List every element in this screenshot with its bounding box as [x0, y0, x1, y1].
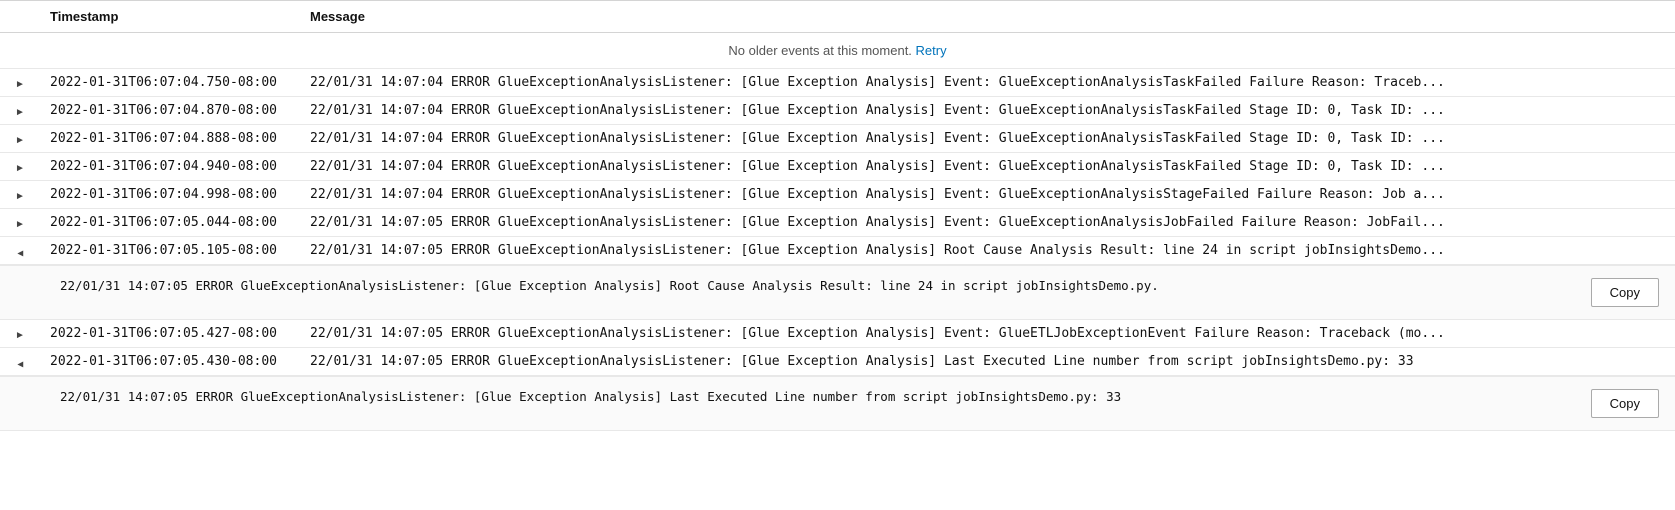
table-row: ► 2022-01-31T06:07:05.427-08:00 22/01/31… — [0, 320, 1675, 348]
timestamp-cell: 2022-01-31T06:07:05.427-08:00 — [40, 320, 300, 348]
expand-toggle[interactable]: ► — [0, 209, 40, 237]
expand-toggle[interactable]: ► — [0, 125, 40, 153]
expand-toggle[interactable]: ► — [0, 69, 40, 97]
expand-arrow-icon: ► — [15, 163, 25, 174]
no-events-row: No older events at this moment. Retry — [0, 33, 1675, 69]
log-body: No older events at this moment. Retry ► … — [0, 33, 1675, 431]
expand-arrow-icon: ► — [15, 79, 25, 90]
expand-toggle[interactable]: ► — [0, 153, 40, 181]
table-header: Timestamp Message — [0, 1, 1675, 33]
expanded-cell: 22/01/31 14:07:05 ERROR GlueExceptionAna… — [0, 265, 1675, 320]
retry-link[interactable]: Retry — [916, 43, 947, 58]
table-row: ► 2022-01-31T06:07:04.750-08:00 22/01/31… — [0, 69, 1675, 97]
table-row: ► 2022-01-31T06:07:04.998-08:00 22/01/31… — [0, 181, 1675, 209]
expanded-row: 22/01/31 14:07:05 ERROR GlueExceptionAna… — [0, 376, 1675, 431]
message-cell: 22/01/31 14:07:05 ERROR GlueExceptionAna… — [300, 209, 1675, 237]
timestamp-header: Timestamp — [40, 1, 300, 33]
message-cell: 22/01/31 14:07:04 ERROR GlueExceptionAna… — [300, 125, 1675, 153]
expand-arrow-icon: ► — [15, 330, 25, 341]
timestamp-cell: 2022-01-31T06:07:05.044-08:00 — [40, 209, 300, 237]
expand-toggle[interactable]: ► — [0, 97, 40, 125]
table-row: ▼ 2022-01-31T06:07:05.430-08:00 22/01/31… — [0, 348, 1675, 376]
table-row: ▼ 2022-01-31T06:07:05.105-08:00 22/01/31… — [0, 237, 1675, 265]
expand-toggle[interactable]: ▼ — [0, 237, 40, 265]
expanded-content: 22/01/31 14:07:05 ERROR GlueExceptionAna… — [0, 376, 1675, 430]
timestamp-cell: 2022-01-31T06:07:04.888-08:00 — [40, 125, 300, 153]
expand-arrow-icon: ► — [15, 219, 25, 230]
table-row: ► 2022-01-31T06:07:05.044-08:00 22/01/31… — [0, 209, 1675, 237]
log-table: Timestamp Message No older events at thi… — [0, 0, 1675, 431]
message-cell: 22/01/31 14:07:04 ERROR GlueExceptionAna… — [300, 181, 1675, 209]
expanded-text: 22/01/31 14:07:05 ERROR GlueExceptionAna… — [60, 278, 1571, 293]
message-cell: 22/01/31 14:07:05 ERROR GlueExceptionAna… — [300, 348, 1675, 376]
timestamp-cell: 2022-01-31T06:07:05.430-08:00 — [40, 348, 300, 376]
expanded-text: 22/01/31 14:07:05 ERROR GlueExceptionAna… — [60, 389, 1571, 404]
table-row: ► 2022-01-31T06:07:04.870-08:00 22/01/31… — [0, 97, 1675, 125]
timestamp-cell: 2022-01-31T06:07:04.750-08:00 — [40, 69, 300, 97]
message-header: Message — [300, 1, 1675, 33]
message-cell: 22/01/31 14:07:04 ERROR GlueExceptionAna… — [300, 69, 1675, 97]
timestamp-cell: 2022-01-31T06:07:04.870-08:00 — [40, 97, 300, 125]
table-row: ► 2022-01-31T06:07:04.888-08:00 22/01/31… — [0, 125, 1675, 153]
expand-arrow-icon: ▼ — [15, 249, 26, 259]
copy-button[interactable]: Copy — [1591, 389, 1659, 418]
timestamp-cell: 2022-01-31T06:07:04.940-08:00 — [40, 153, 300, 181]
expand-toggle[interactable]: ▼ — [0, 348, 40, 376]
expand-arrow-icon: ► — [15, 135, 25, 146]
message-cell: 22/01/31 14:07:04 ERROR GlueExceptionAna… — [300, 153, 1675, 181]
table-row: ► 2022-01-31T06:07:04.940-08:00 22/01/31… — [0, 153, 1675, 181]
message-cell: 22/01/31 14:07:04 ERROR GlueExceptionAna… — [300, 97, 1675, 125]
expanded-cell: 22/01/31 14:07:05 ERROR GlueExceptionAna… — [0, 376, 1675, 431]
timestamp-cell: 2022-01-31T06:07:04.998-08:00 — [40, 181, 300, 209]
no-events-cell: No older events at this moment. Retry — [0, 33, 1675, 69]
expand-arrow-icon: ▼ — [15, 360, 26, 370]
expand-toggle[interactable]: ► — [0, 181, 40, 209]
expand-toggle[interactable]: ► — [0, 320, 40, 348]
expanded-row: 22/01/31 14:07:05 ERROR GlueExceptionAna… — [0, 265, 1675, 320]
timestamp-cell: 2022-01-31T06:07:05.105-08:00 — [40, 237, 300, 265]
expand-arrow-icon: ► — [15, 107, 25, 118]
expanded-content: 22/01/31 14:07:05 ERROR GlueExceptionAna… — [0, 265, 1675, 319]
expand-arrow-icon: ► — [15, 191, 25, 202]
message-cell: 22/01/31 14:07:05 ERROR GlueExceptionAna… — [300, 320, 1675, 348]
message-cell: 22/01/31 14:07:05 ERROR GlueExceptionAna… — [300, 237, 1675, 265]
expand-header — [0, 1, 40, 33]
copy-button[interactable]: Copy — [1591, 278, 1659, 307]
